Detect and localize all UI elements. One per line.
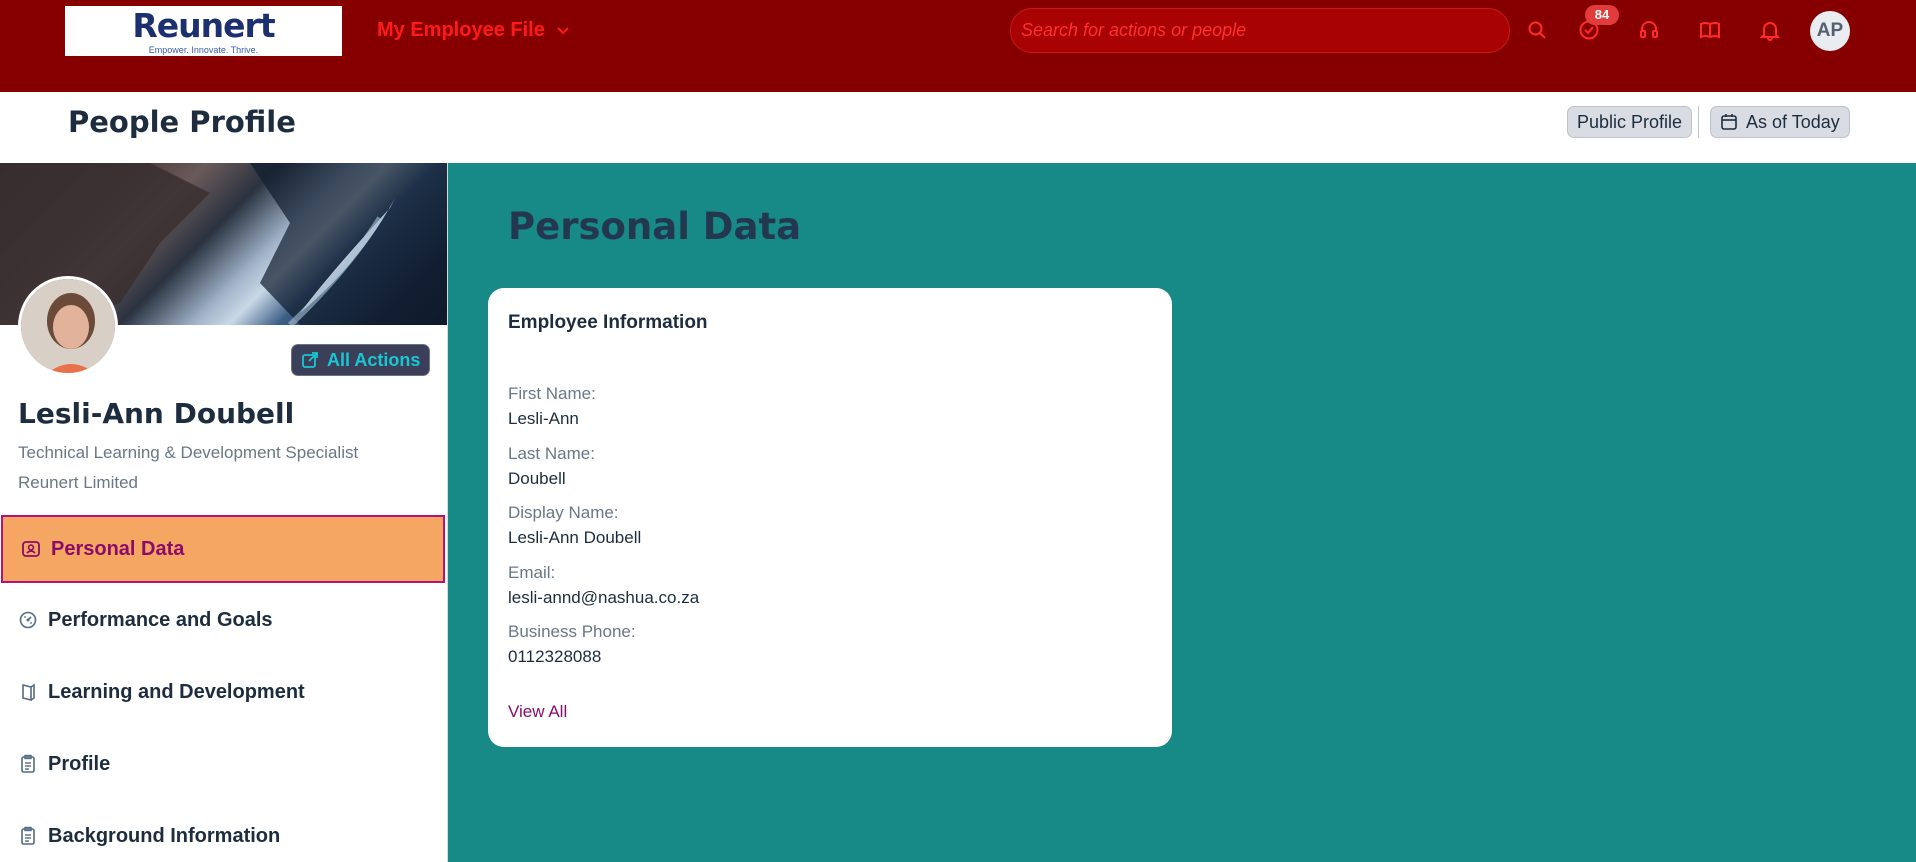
shell-bar: Reunert Empower. Innovate. Thrive. My Em… xyxy=(0,0,1916,92)
as-of-date-button[interactable]: As of Today xyxy=(1710,106,1850,138)
page-header: People Profile Public Profile As of Toda… xyxy=(0,92,1916,163)
page-title: People Profile xyxy=(68,105,296,139)
external-edit-icon xyxy=(302,352,318,368)
email-label: Email: xyxy=(508,563,556,582)
main-content: Personal Data Employee Information First… xyxy=(448,163,1916,862)
performance-icon xyxy=(19,611,37,629)
calendar-icon xyxy=(1721,114,1737,130)
public-profile-button[interactable]: Public Profile xyxy=(1567,106,1693,138)
nav-item-label: Learning and Development xyxy=(48,680,305,703)
person-job-title: Technical Learning & Development Special… xyxy=(18,443,359,462)
user-initials: AP xyxy=(1816,20,1844,41)
nav-item-performance-goals[interactable]: Performance and Goals xyxy=(0,585,447,655)
search-input[interactable] xyxy=(1021,20,1509,41)
clipboard-icon xyxy=(21,754,35,773)
learning-icon xyxy=(22,683,35,702)
view-all-link[interactable]: View All xyxy=(508,702,567,722)
person-name: Lesli-Ann Doubell xyxy=(18,397,295,430)
person-company: Reunert Limited xyxy=(18,473,139,492)
card-title: Employee Information xyxy=(508,312,708,333)
nav-item-learning-development[interactable]: Learning and Development xyxy=(0,657,447,727)
search-icon[interactable] xyxy=(1523,16,1551,44)
profile-side-panel: All Actions Lesli-Ann Doubell Technical … xyxy=(0,163,448,862)
person-card-icon xyxy=(22,541,40,557)
nav-item-profile[interactable]: Profile xyxy=(0,729,447,799)
chevron-down-icon xyxy=(557,27,569,35)
search-field[interactable] xyxy=(1010,8,1510,53)
book-icon[interactable] xyxy=(1696,16,1724,44)
logo-wordmark: Reunert xyxy=(132,6,275,45)
all-actions-button[interactable]: All Actions xyxy=(291,344,431,376)
last-name-label: Last Name: xyxy=(508,444,595,463)
nav-item-label: Performance and Goals xyxy=(48,608,273,631)
business-phone-value: 0112328088 xyxy=(508,647,602,666)
app-title-menu[interactable]: My Employee File xyxy=(377,17,571,43)
portrait-graphic xyxy=(21,279,115,373)
profile-photo[interactable] xyxy=(18,276,118,376)
section-title: Personal Data xyxy=(508,205,802,248)
business-phone-label: Business Phone: xyxy=(508,622,636,641)
first-name-value: Lesli-Ann xyxy=(508,409,579,428)
notification-count-badge: 84 xyxy=(1585,5,1619,25)
last-name-value: Doubell xyxy=(508,469,566,488)
clipboard-icon xyxy=(21,826,35,845)
as-of-date-label: As of Today xyxy=(1746,111,1840,132)
nav-item-label: Background Information xyxy=(48,824,281,847)
email-value: lesli-annd@nashua.co.za xyxy=(508,588,700,607)
bell-icon[interactable] xyxy=(1756,16,1784,44)
all-actions-label: All Actions xyxy=(327,349,421,370)
header-divider xyxy=(1698,106,1699,138)
first-name-label: First Name: xyxy=(508,384,596,403)
user-avatar[interactable]: AP xyxy=(1810,11,1850,51)
nav-item-personal-data[interactable]: Personal Data xyxy=(1,515,445,583)
headset-icon[interactable] xyxy=(1635,16,1663,44)
company-logo[interactable]: Reunert Empower. Innovate. Thrive. xyxy=(65,6,342,56)
nav-item-label: Profile xyxy=(48,752,111,775)
nav-item-label: Personal Data xyxy=(51,537,185,560)
display-name-label: Display Name: xyxy=(508,503,619,522)
app-title-label: My Employee File xyxy=(377,18,545,41)
employee-information-card: Employee Information First Name: Lesli-A… xyxy=(488,288,1172,747)
nav-item-background-information[interactable]: Background Information xyxy=(0,801,447,862)
display-name-value: Lesli-Ann Doubell xyxy=(508,528,642,547)
logo-tagline: Empower. Innovate. Thrive. xyxy=(148,45,259,55)
